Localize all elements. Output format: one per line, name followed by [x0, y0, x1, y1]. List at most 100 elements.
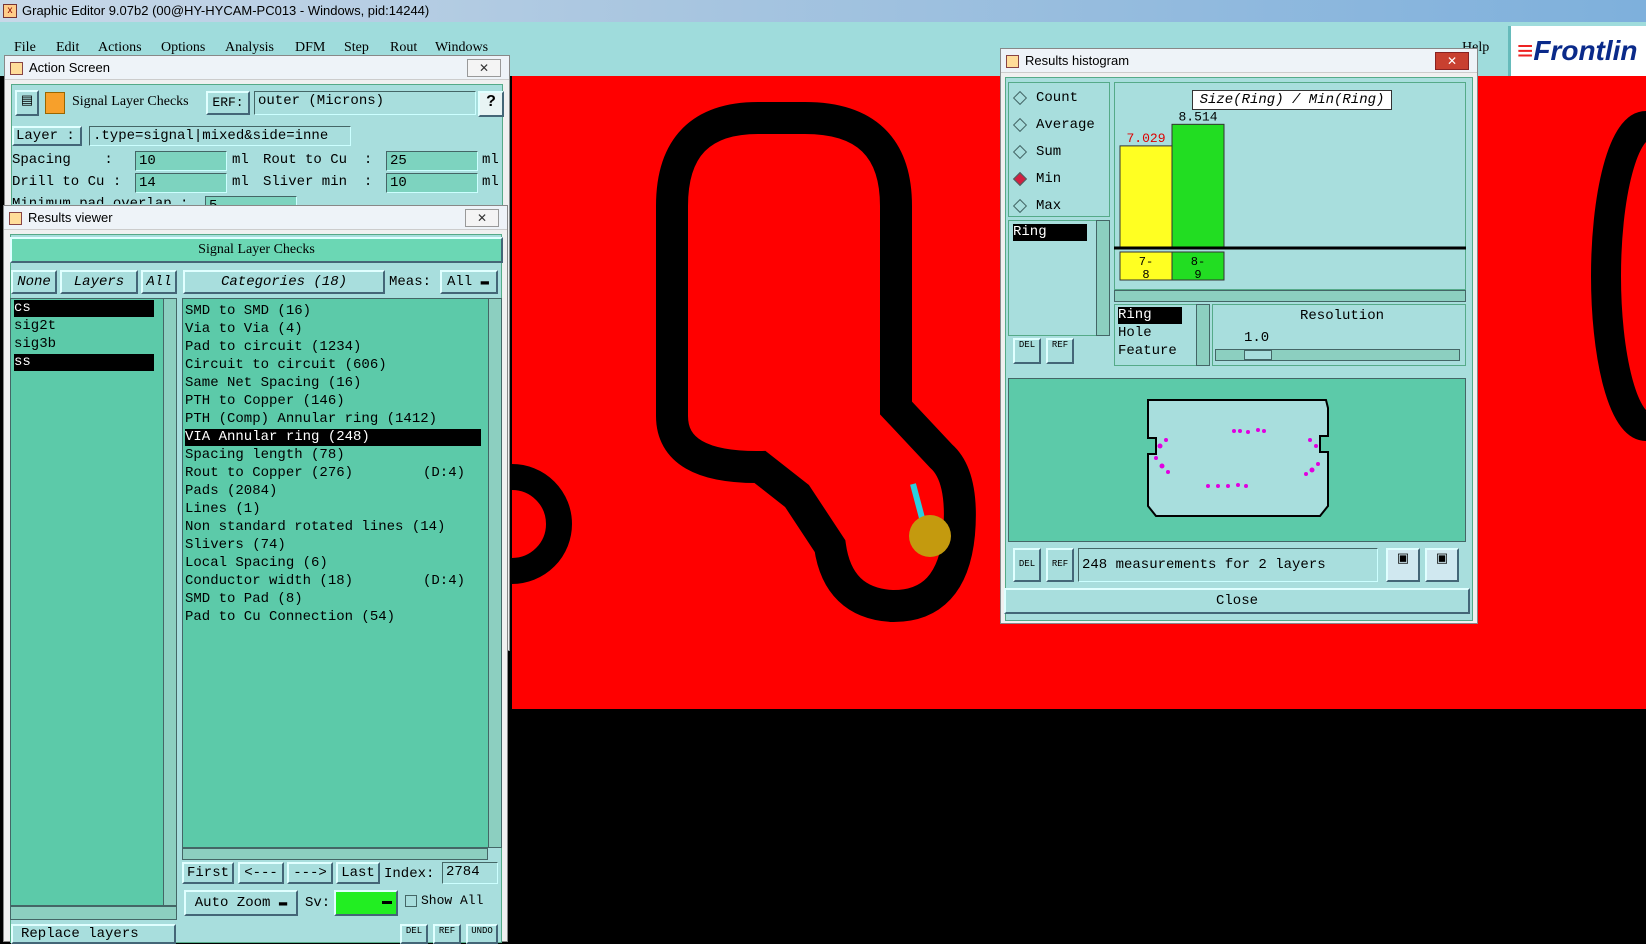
all-button[interactable]: All: [141, 270, 177, 294]
show-all-checkbox[interactable]: [405, 895, 417, 907]
help-button[interactable]: ?: [478, 91, 504, 117]
histogram-titlebar[interactable]: Results histogram ✕: [1001, 49, 1477, 73]
resolution-slider[interactable]: [1215, 349, 1460, 361]
menu-edit[interactable]: Edit: [56, 40, 79, 56]
slider-handle[interactable]: [1244, 350, 1272, 360]
sliver-field[interactable]: 10: [386, 173, 478, 193]
none-button[interactable]: None: [11, 270, 57, 294]
last-button[interactable]: Last: [336, 862, 380, 884]
chart-h-scrollbar[interactable]: [1114, 290, 1466, 302]
drill-field[interactable]: 14: [135, 173, 227, 193]
ref-button[interactable]: REF: [433, 924, 461, 944]
check-icon: [45, 92, 65, 114]
category-item[interactable]: Via to Via (4): [185, 321, 481, 338]
layer-item[interactable]: sig3b: [14, 336, 154, 353]
category-item[interactable]: Pad to Cu Connection (54): [185, 609, 481, 626]
erf-button[interactable]: ERF:: [206, 91, 250, 115]
replace-layers-select[interactable]: Replace layers: [11, 924, 176, 944]
window-icon: [1006, 55, 1019, 68]
menu-rout[interactable]: Rout: [390, 40, 417, 56]
layers-scrollbar[interactable]: [163, 298, 177, 906]
del-button[interactable]: DEL: [400, 924, 428, 944]
menu-windows[interactable]: Windows: [435, 40, 488, 56]
category-label: VIA Annular ring (248): [185, 429, 370, 445]
preview-del-button[interactable]: DEL: [1013, 548, 1041, 582]
categories-button[interactable]: Categories (18): [183, 270, 385, 294]
layer-item[interactable]: cs: [14, 300, 154, 317]
category-item[interactable]: Circuit to circuit (606): [185, 357, 481, 374]
undo-button[interactable]: UNDO: [466, 924, 498, 944]
layers-button[interactable]: Layers: [60, 270, 138, 294]
close-icon[interactable]: ✕: [467, 59, 501, 77]
menu-actions[interactable]: Actions: [98, 40, 142, 56]
layers-list[interactable]: [10, 298, 170, 906]
left-list-scrollbar[interactable]: [1096, 220, 1110, 336]
close-button[interactable]: Close: [1004, 588, 1470, 614]
layers-h-scrollbar[interactable]: [10, 906, 177, 920]
category-item[interactable]: SMD to Pad (8): [185, 591, 481, 608]
index-field[interactable]: 2784: [442, 862, 498, 884]
category-item[interactable]: Slivers (74): [185, 537, 481, 554]
category-item[interactable]: PTH to Copper (146): [185, 393, 481, 410]
categories-scrollbar[interactable]: [488, 298, 502, 848]
close-icon[interactable]: ✕: [465, 209, 499, 227]
export-icon[interactable]: ▣: [1386, 548, 1420, 582]
category-label: SMD to SMD (16): [185, 303, 312, 319]
preview-ref-button[interactable]: REF: [1046, 548, 1074, 582]
category-label: Rout to Copper (276): [185, 465, 354, 481]
type-item[interactable]: Feature: [1118, 343, 1196, 360]
auto-zoom-select[interactable]: Auto Zoom ▬: [184, 890, 298, 916]
category-label: Non standard rotated lines (14): [185, 519, 446, 535]
type-item[interactable]: Hole: [1118, 325, 1196, 342]
category-item[interactable]: Pads (2084): [185, 483, 481, 500]
rout-field[interactable]: 25: [386, 151, 478, 171]
results-viewer-titlebar[interactable]: Results viewer ✕: [4, 206, 507, 230]
next-button[interactable]: --->: [287, 862, 333, 884]
menu-file[interactable]: File: [14, 40, 36, 56]
close-icon[interactable]: ✕: [1435, 52, 1469, 70]
zoom-icon[interactable]: ▣: [1425, 548, 1459, 582]
layer-field[interactable]: .type=signal|mixed&side=inne: [89, 126, 351, 146]
layer-button[interactable]: Layer :: [12, 126, 82, 146]
spacing-field[interactable]: 10: [135, 151, 227, 171]
category-item[interactable]: VIA Annular ring (248): [185, 429, 481, 446]
layer-item[interactable]: sig2t: [14, 318, 154, 335]
hist-del-button[interactable]: DEL: [1013, 338, 1041, 364]
category-item[interactable]: Spacing length (78): [185, 447, 481, 464]
category-item[interactable]: Rout to Copper (276) (D:4): [185, 465, 481, 482]
layer-item[interactable]: ss: [14, 354, 154, 371]
sv-color-select[interactable]: ▬: [334, 890, 398, 916]
type-item[interactable]: Ring: [1118, 307, 1182, 324]
categories-h-scrollbar[interactable]: [182, 848, 488, 860]
prev-button[interactable]: <---: [238, 862, 284, 884]
histogram-bar[interactable]: [1119, 145, 1173, 249]
histogram-bar[interactable]: [1171, 123, 1225, 249]
meas-select[interactable]: All ▬: [440, 270, 498, 294]
menu-dfm[interactable]: DFM: [295, 40, 325, 56]
category-item[interactable]: Local Spacing (6): [185, 555, 481, 572]
left-list-item[interactable]: Ring: [1013, 224, 1087, 241]
hist-ref-button[interactable]: REF: [1046, 338, 1074, 364]
category-item[interactable]: PTH (Comp) Annular ring (1412): [185, 411, 481, 428]
menu-analysis[interactable]: Analysis: [225, 40, 274, 56]
category-item[interactable]: Conductor width (18) (D:4): [185, 573, 481, 590]
erf-field[interactable]: outer (Microns): [254, 91, 476, 115]
category-item[interactable]: SMD to SMD (16): [185, 303, 481, 320]
mode-label: Max: [1036, 198, 1062, 214]
status-field: 248 measurements for 2 layers: [1078, 548, 1378, 582]
list-icon[interactable]: ▤: [15, 90, 39, 116]
chevron-down-icon: ▬: [278, 895, 288, 911]
mode-label: Min: [1036, 171, 1062, 187]
category-item[interactable]: Non standard rotated lines (14): [185, 519, 481, 536]
first-button[interactable]: First: [182, 862, 234, 884]
action-screen-titlebar[interactable]: Action Screen ✕: [5, 56, 509, 80]
auto-zoom-label: Auto Zoom: [194, 895, 271, 911]
type-list-scrollbar[interactable]: [1196, 304, 1210, 366]
category-tick-label: 7-: [1139, 255, 1153, 269]
menu-step[interactable]: Step: [344, 40, 369, 56]
app-title-bar: x Graphic Editor 9.07b2 (00@HY-HYCAM-PC0…: [0, 0, 1646, 22]
menu-options[interactable]: Options: [161, 40, 205, 56]
category-item[interactable]: Lines (1): [185, 501, 481, 518]
category-item[interactable]: Pad to circuit (1234): [185, 339, 481, 356]
category-item[interactable]: Same Net Spacing (16): [185, 375, 481, 392]
